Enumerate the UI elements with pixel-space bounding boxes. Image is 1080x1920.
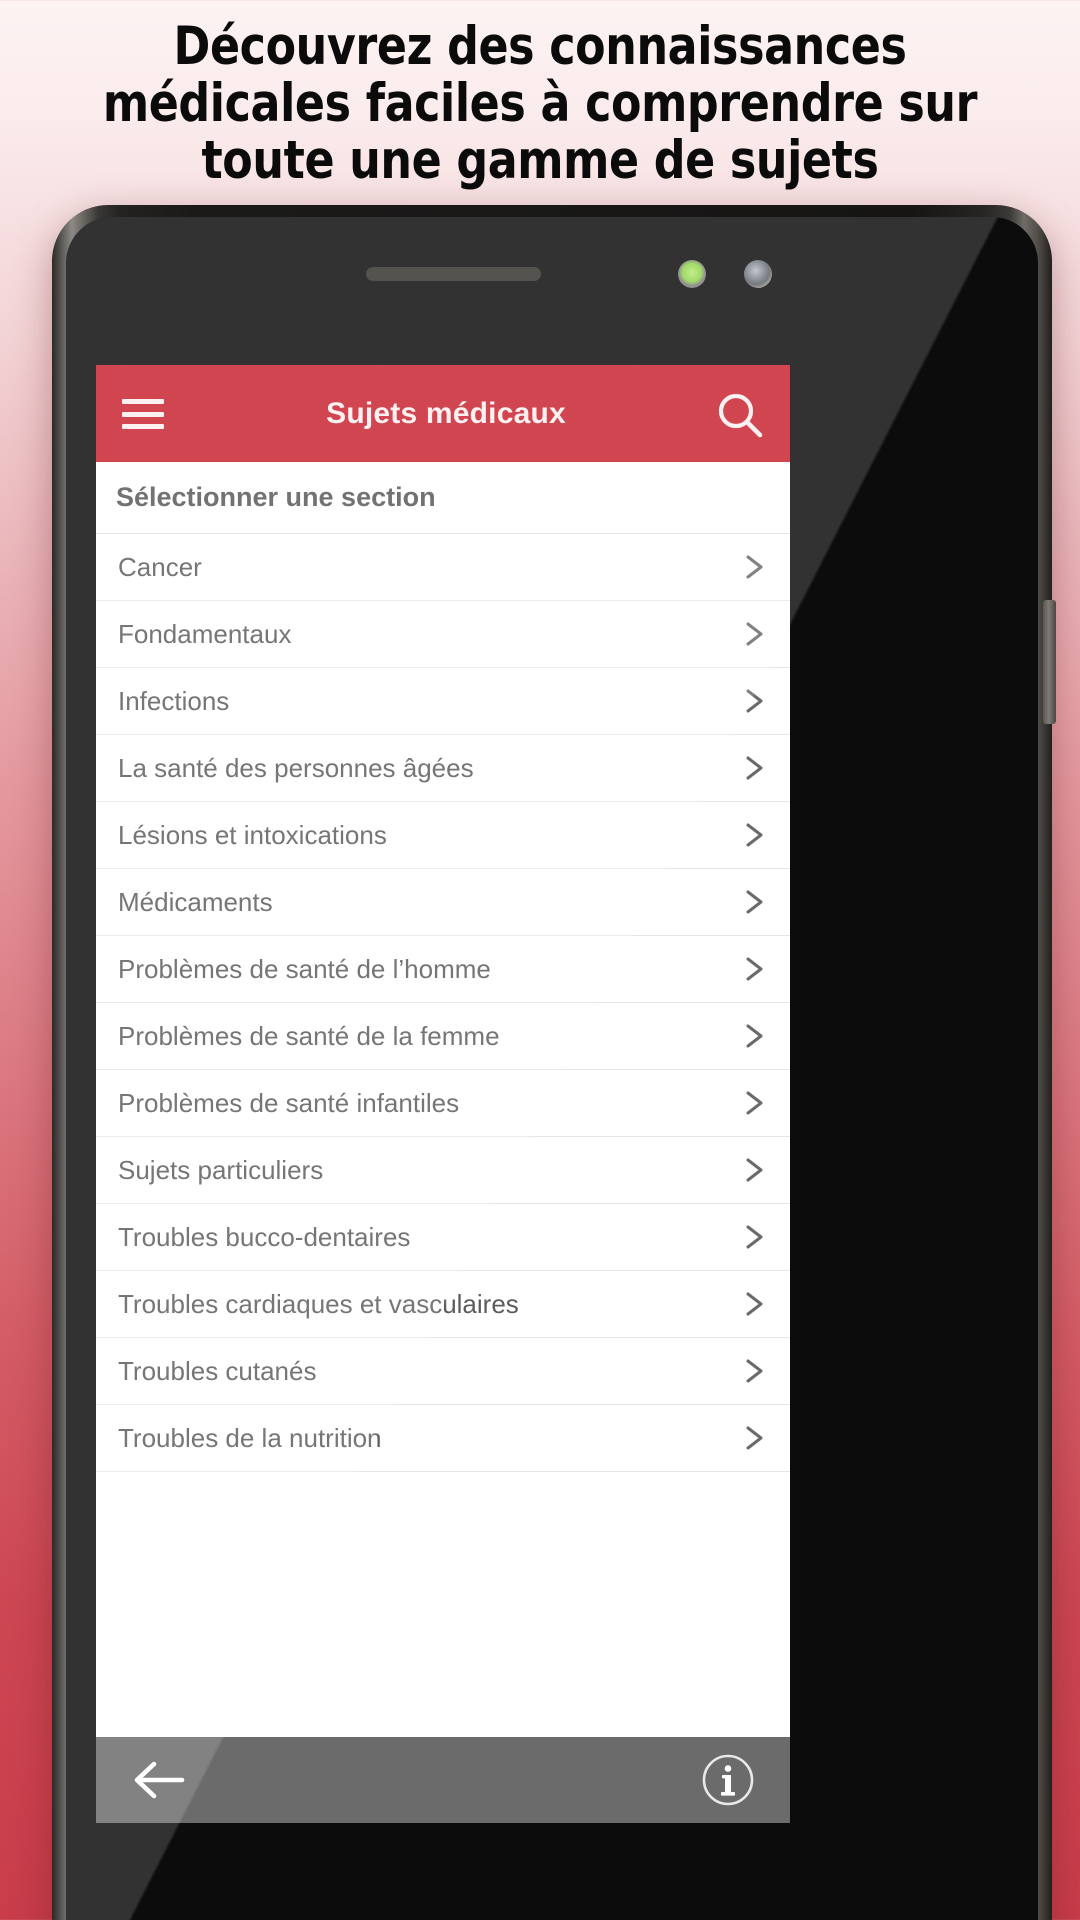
phone-mockup: Sujets médicaux Sélectionner une section… — [52, 205, 1056, 1920]
topic-label: Fondamentaux — [118, 618, 292, 649]
chevron-right-icon — [740, 1222, 768, 1252]
topic-label: Infections — [118, 685, 230, 716]
topic-row[interactable]: Problèmes de santé de la femme — [96, 1003, 790, 1070]
topic-row[interactable]: Sujets particuliers — [96, 1137, 790, 1204]
topic-label: Troubles de la nutrition — [118, 1422, 382, 1453]
phone-screen-glass: Sujets médicaux Sélectionner une section… — [66, 217, 1038, 1920]
headline-line-2: médicales faciles à comprendre sur — [102, 73, 978, 134]
hamburger-line — [122, 399, 164, 404]
chevron-right-icon — [740, 954, 768, 984]
topic-row[interactable]: Lésions et intoxications — [96, 802, 790, 869]
promo-headline: Découvrez des connaissances médicales fa… — [38, 18, 1042, 189]
topic-row[interactable]: Cancer — [96, 534, 790, 601]
section-header: Sélectionner une section — [96, 462, 790, 534]
topic-label: La santé des personnes âgées — [118, 752, 474, 783]
chevron-right-icon — [740, 1289, 768, 1319]
topic-row[interactable]: Problèmes de santé de l’homme — [96, 936, 790, 1003]
search-icon[interactable] — [714, 389, 768, 443]
topic-row[interactable]: Troubles cutanés — [96, 1338, 790, 1405]
arrow-left-icon[interactable] — [130, 1758, 186, 1802]
chevron-right-icon — [740, 619, 768, 649]
topic-row[interactable]: Troubles cardiaques et vasculaires — [96, 1271, 790, 1338]
chevron-right-icon — [740, 753, 768, 783]
chevron-right-icon — [740, 1155, 768, 1185]
topic-label: Sujets particuliers — [118, 1154, 324, 1185]
chevron-right-icon — [740, 1356, 768, 1386]
topic-label: Problèmes de santé infantiles — [118, 1087, 460, 1118]
earpiece-speaker-icon — [366, 267, 541, 281]
chevron-right-icon — [740, 1088, 768, 1118]
topic-list[interactable]: Cancer Fondamentaux Infections La santé des… — [96, 534, 790, 1472]
hamburger-menu-icon[interactable] — [122, 399, 164, 429]
topic-label: Troubles bucco-dentaires — [118, 1221, 411, 1252]
topic-label: Troubles cardiaques et vasculaires — [118, 1288, 519, 1319]
topic-row[interactable]: Fondamentaux — [96, 601, 790, 668]
topic-row[interactable]: Médicaments — [96, 869, 790, 936]
section-header-label: Sélectionner une section — [116, 482, 436, 512]
topic-row[interactable]: La santé des personnes âgées — [96, 735, 790, 802]
bottom-nav-bar — [96, 1737, 790, 1823]
app-title: Sujets médicaux — [326, 396, 566, 430]
chevron-right-icon — [740, 1423, 768, 1453]
topic-label: Troubles cutanés — [118, 1355, 317, 1386]
topic-row[interactable]: Problèmes de santé infantiles — [96, 1070, 790, 1137]
power-button[interactable] — [1043, 600, 1056, 724]
app-screen: Sujets médicaux Sélectionner une section… — [96, 365, 790, 1737]
topic-row[interactable]: Troubles bucco-dentaires — [96, 1204, 790, 1271]
chevron-right-icon — [740, 820, 768, 850]
topic-label: Cancer — [118, 551, 202, 582]
topic-label: Lésions et intoxications — [118, 819, 387, 850]
chevron-right-icon — [740, 1021, 768, 1051]
chevron-right-icon — [740, 552, 768, 582]
chevron-right-icon — [740, 686, 768, 716]
headline-line-1: Découvrez des connaissances — [173, 16, 907, 77]
hamburger-line — [122, 411, 164, 417]
topic-label: Médicaments — [118, 886, 273, 917]
topic-label: Problèmes de santé de l’homme — [118, 953, 491, 984]
topic-label: Problèmes de santé de la femme — [118, 1020, 500, 1051]
chevron-right-icon — [740, 887, 768, 917]
headline-line-3: toute une gamme de sujets — [201, 130, 879, 191]
app-bar: Sujets médicaux — [96, 365, 790, 462]
info-circle-icon[interactable] — [700, 1752, 756, 1808]
hamburger-line — [122, 424, 164, 429]
topic-row[interactable]: Infections — [96, 668, 790, 735]
front-camera-icon — [744, 260, 772, 288]
topic-row[interactable]: Troubles de la nutrition — [96, 1405, 790, 1472]
notification-led-icon — [678, 260, 706, 288]
